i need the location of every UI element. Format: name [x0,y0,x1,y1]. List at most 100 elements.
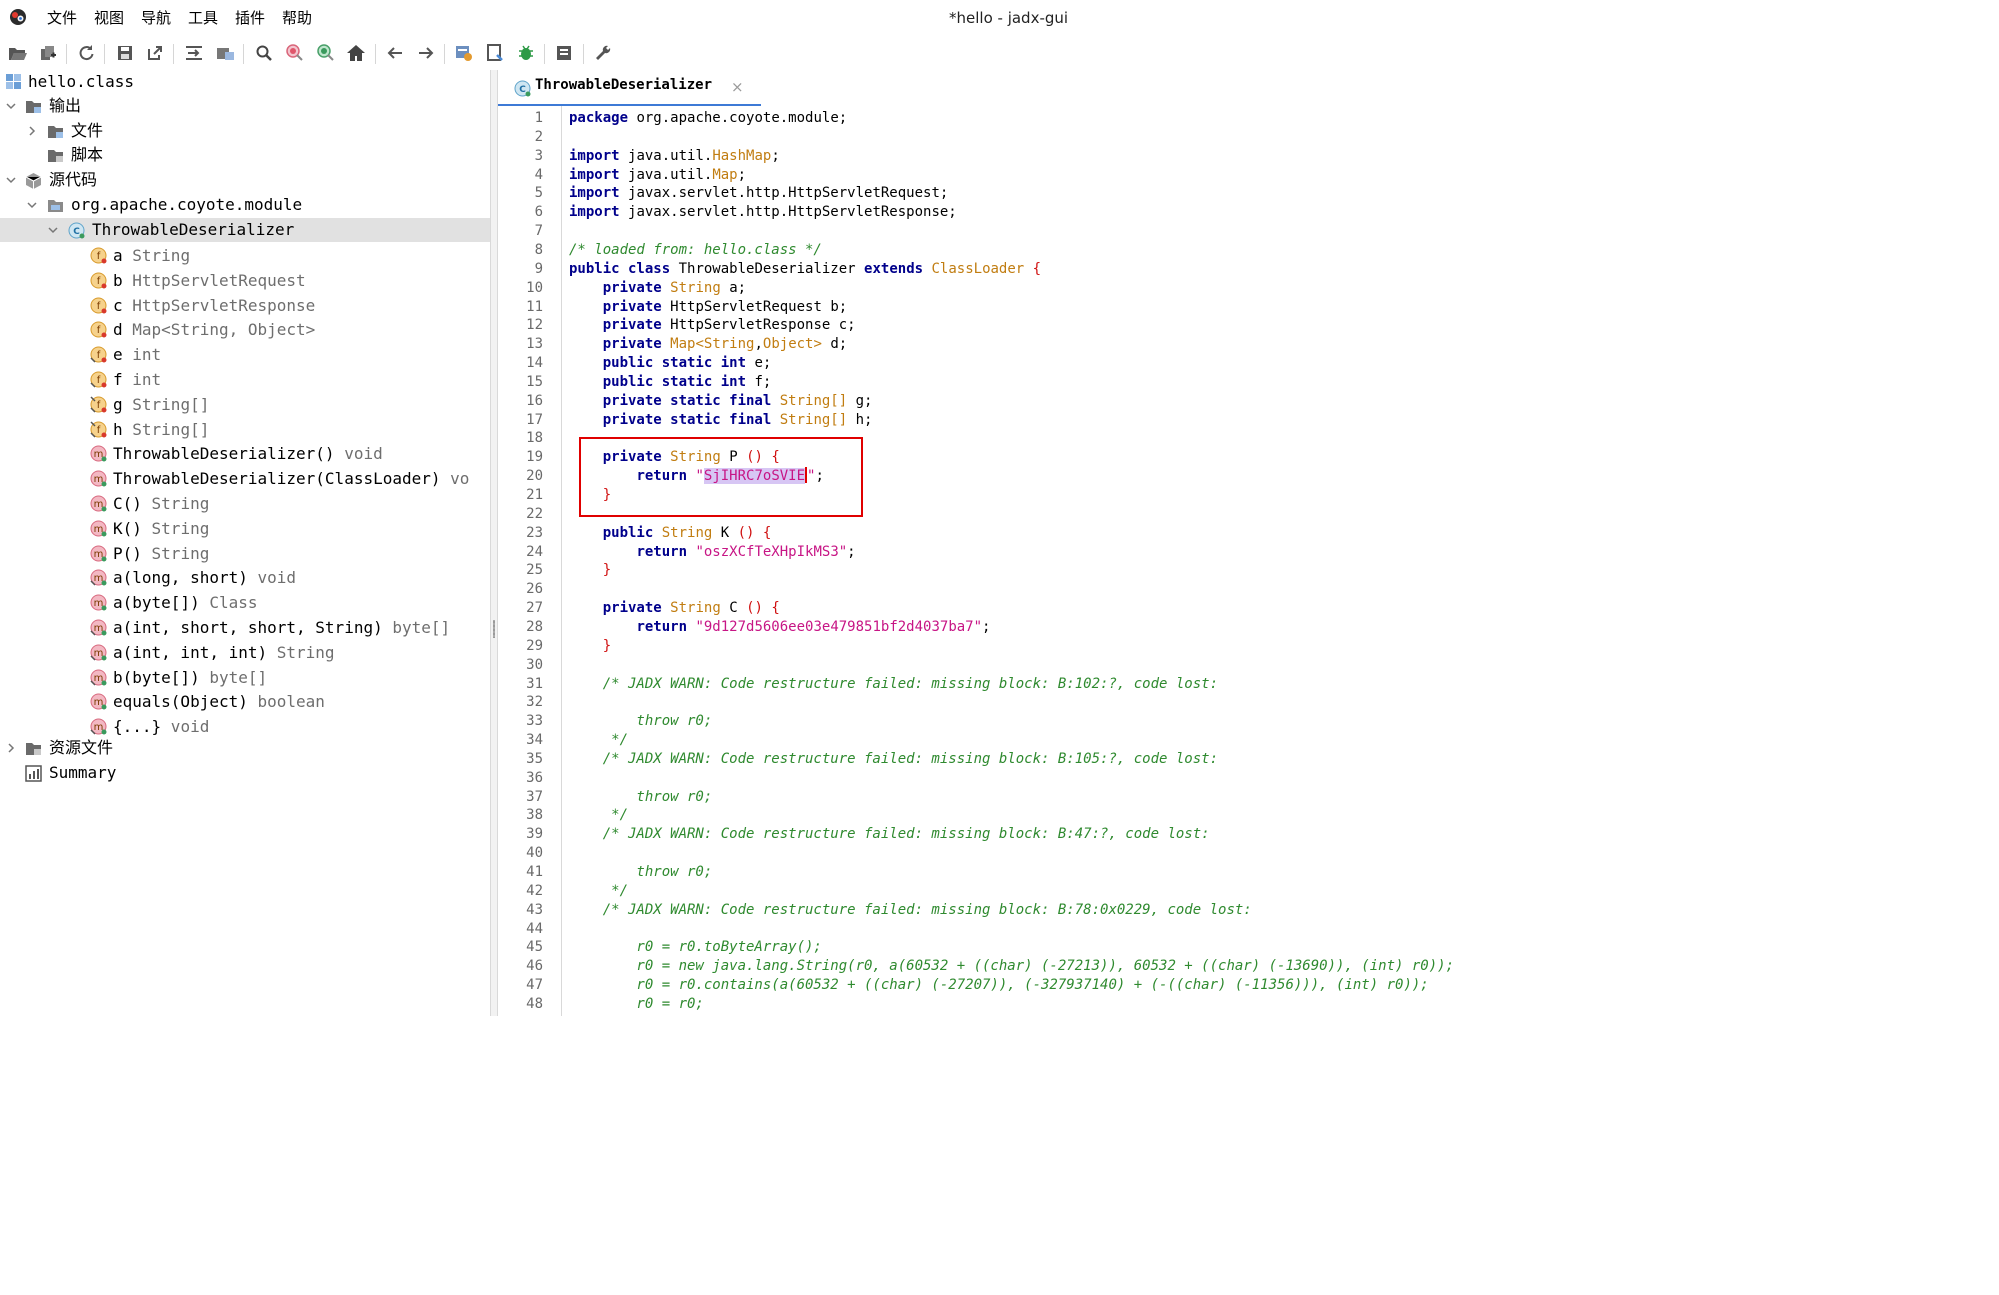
code-line: private static final String[] g; [569,392,873,411]
log-viewer-icon[interactable] [483,41,507,65]
method-icon: m [90,569,107,586]
panel-splitter[interactable] [490,70,498,1016]
menu-view[interactable]: 视图 [94,8,124,28]
tab-throwable-deserializer[interactable]: C ThrowableDeserializer × [498,70,761,107]
code-line: public static int f; [569,373,772,392]
member-type: vo [440,469,470,488]
tree-node-files[interactable]: 文件 [0,119,490,143]
chevron-right-icon[interactable] [26,125,38,137]
code-token: String [661,525,713,541]
code-line: package org.apache.coyote.module; [569,109,847,128]
code-line: private HttpServletResponse c; [569,316,856,335]
tree-member-item[interactable]: f a String [0,244,490,268]
tree-member-item[interactable]: f f int [0,368,490,392]
member-name: c HttpServletResponse [113,296,316,315]
line-number: 4 [534,167,543,183]
tree-member-item[interactable]: m equals(Object) boolean [0,690,490,714]
tree-member-item[interactable]: m ThrowableDeserializer(ClassLoader) vo [0,467,490,491]
member-name: a(int, short, short, String) byte[] [113,618,451,637]
tree-scripts-label: 脚本 [71,145,104,164]
toolbar-separator [66,44,67,64]
tree-node-resources[interactable]: 资源文件 [0,736,490,760]
code-token: */ [569,807,629,823]
code-token: K [720,525,730,541]
member-name: a(int, int, int) String [113,643,335,662]
menu-navigation[interactable]: 导航 [141,8,171,28]
tree-member-item[interactable]: m ThrowableDeserializer() void [0,442,490,466]
chevron-down-icon[interactable] [47,224,59,236]
tree-member-item[interactable]: f d Map<String, Object> [0,318,490,342]
chevron-right-icon[interactable] [5,742,17,754]
member-name: C() String [113,494,210,513]
code-token: String[] [779,393,848,409]
tree-member-item[interactable]: m P() String [0,542,490,566]
tree-node-summary[interactable]: Summary [0,761,490,785]
tree-node-package[interactable]: org.apache.coyote.module [0,193,490,217]
tree-root[interactable]: hello.class [0,70,490,94]
code-token: javax.servlet.http.HttpServletRequest; [628,185,949,201]
chevron-down-icon[interactable] [5,100,17,112]
tree-member-item[interactable]: m a(int, int, int) String [0,641,490,665]
member-type: byte[] [199,668,268,687]
forward-icon[interactable] [414,41,438,65]
menu-file[interactable]: 文件 [47,8,77,28]
code-token: Map<String [670,336,755,352]
code-token: /* loaded from: hello.class */ [569,242,822,258]
package-box-icon [25,173,42,189]
deobfuscation-icon[interactable] [452,41,476,65]
home-icon[interactable] [344,41,368,65]
tree-node-class[interactable]: C ThrowableDeserializer [0,218,490,242]
code-line: public static int e; [569,354,772,373]
code-token: private [602,299,662,315]
line-number: 43 [526,902,543,918]
tree-member-item[interactable]: m K() String [0,517,490,541]
tree-member-item[interactable]: m a(long, short) void [0,566,490,590]
code-line: throw r0; [569,712,712,731]
tree-member-item[interactable]: m C() String [0,492,490,516]
chevron-down-icon[interactable] [26,199,38,211]
code-token: } [602,562,612,578]
code-editor[interactable]: 1 2 3 4 5 6 7 8 9 10 11 12 13 14 15 16 17 18 19 20 21 22 23 24 2… [498,106,1568,1016]
sync-icon[interactable] [182,41,206,65]
export-icon[interactable] [143,41,167,65]
save-icon[interactable] [113,41,137,65]
reload-icon[interactable] [74,41,98,65]
line-number: 12 [526,317,543,333]
menu-tools[interactable]: 工具 [188,8,218,28]
tree-member-item[interactable]: m a(int, short, short, String) byte[] [0,616,490,640]
member-name: b HttpServletRequest [113,271,306,290]
add-files-icon[interactable] [36,41,60,65]
tree-node-scripts[interactable]: 脚本 [0,143,490,167]
find-usage-icon[interactable] [314,41,338,65]
quark-icon[interactable] [552,41,576,65]
line-number-gutter: 1 2 3 4 5 6 7 8 9 10 11 12 13 14 15 16 17 18 19 20 21 22 23 24 2… [498,106,562,1016]
tree-member-item[interactable]: f e int [0,343,490,367]
open-icon[interactable] [6,41,30,65]
tree-node-source-code[interactable]: 源代码 [0,168,490,192]
tree-member-item[interactable]: m b(byte[]) byte[] [0,666,490,690]
find-class-icon[interactable] [283,41,307,65]
line-number: 17 [526,412,543,428]
back-icon[interactable] [383,41,407,65]
tree-member-item[interactable]: f g String[] [0,393,490,417]
close-icon[interactable]: × [731,78,744,96]
tree-node-output[interactable]: 输出 [0,94,490,118]
code-token: org.apache.coyote.module; [636,110,848,126]
search-icon[interactable] [252,41,276,65]
tree-member-item[interactable]: m a(byte[]) Class [0,591,490,615]
tree-member-item[interactable]: f h String[] [0,418,490,442]
tab-label: ThrowableDeserializer [535,77,713,93]
field-icon: f [90,272,107,289]
tree-member-item[interactable]: f b HttpServletRequest [0,269,490,293]
splitter-grip-icon[interactable] [493,620,495,638]
tree-member-item[interactable]: f c HttpServletResponse [0,294,490,318]
debug-icon[interactable] [514,41,538,65]
settings-icon[interactable] [591,41,615,65]
line-number: 11 [526,299,543,315]
flatten-icon[interactable] [214,41,238,65]
line-number: 1 [534,110,543,126]
chevron-down-icon[interactable] [5,174,17,186]
menu-plugins[interactable]: 插件 [235,8,265,28]
menu-help[interactable]: 帮助 [282,8,312,28]
